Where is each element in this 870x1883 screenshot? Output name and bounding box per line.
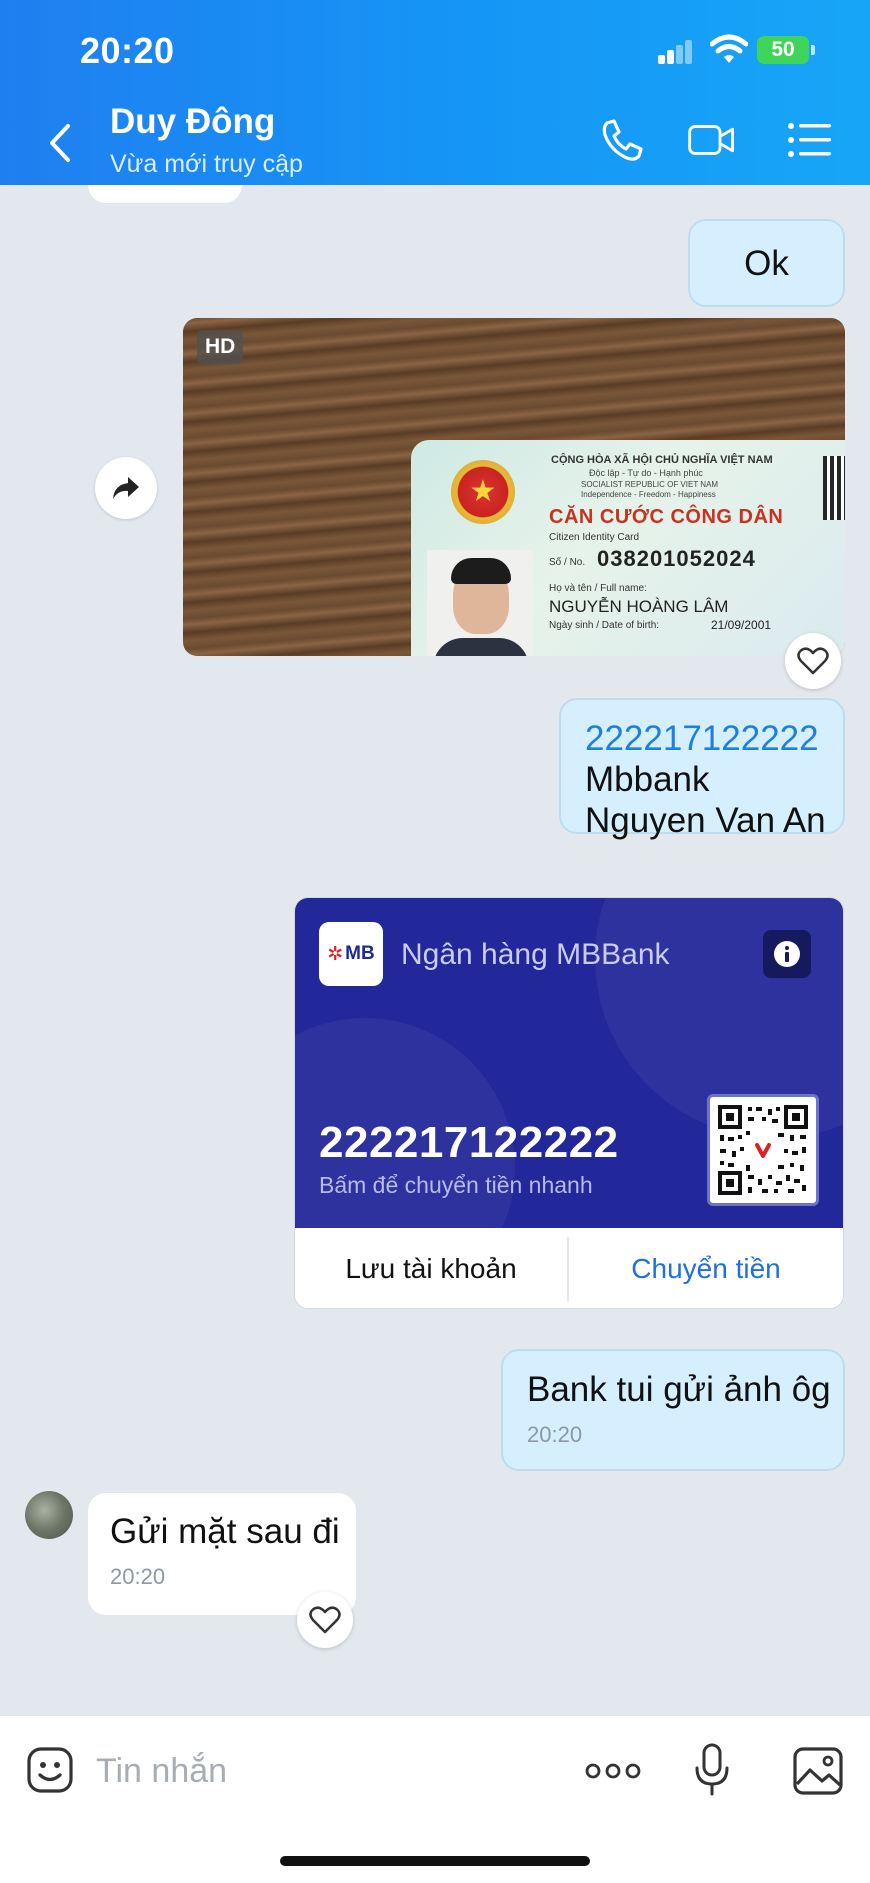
id-card-image: ★ CỘNG HÒA XÃ HỘI CHỦ NGHĨA VIỆT NAM Độc… xyxy=(411,440,845,656)
message-bubble-outgoing[interactable]: Bank tui gửi ảnh ôg 20:20 xyxy=(501,1349,845,1471)
bank-name: Ngân hàng MBBank xyxy=(401,938,670,971)
bank-name-text: Mbbank xyxy=(585,760,710,799)
logo-text: MB xyxy=(345,943,375,964)
message-text: Ok xyxy=(744,243,789,283)
id-card-dob: 21/09/2001 xyxy=(711,618,772,632)
id-card-line: Independence - Freedom - Happiness xyxy=(581,490,716,499)
bank-card-actions: Lưu tài khoản Chuyển tiền xyxy=(295,1228,843,1308)
id-card-line: Độc lập - Tự do - Hạnh phúc xyxy=(589,468,703,478)
id-card-no-label: Số / No. xyxy=(549,557,586,568)
id-card-line: CỘNG HÒA XÃ HỘI CHỦ NGHĨA VIỆT NAM xyxy=(551,454,773,466)
bank-account-card[interactable]: ✲ MB Ngân hàng MBBank 222217122222 Bấm để… xyxy=(294,897,844,1309)
id-card-name-label: Họ và tên / Full name: xyxy=(549,583,647,594)
status-time: 20:20 xyxy=(80,30,175,71)
message-text: Gửi mặt sau đi xyxy=(110,1512,340,1551)
info-button[interactable] xyxy=(763,930,811,978)
message-bubble-account[interactable]: 222217122222 Mbbank Nguyen Van An xyxy=(559,698,845,840)
qr-code[interactable] xyxy=(707,1094,819,1206)
id-qr-code xyxy=(823,456,845,520)
bank-account-number: 222217122222 xyxy=(319,1118,619,1167)
chat-messages[interactable]: Ok HD ★ CỘNG HÒA XÃ HỘI CHỦ NGHĨA VIỆT N… xyxy=(0,185,870,1715)
react-heart-button[interactable] xyxy=(785,633,841,689)
id-card-title: CĂN CƯỚC CÔNG DÂN xyxy=(549,506,784,528)
bank-card-top[interactable]: ✲ MB Ngân hàng MBBank 222217122222 Bấm để… xyxy=(295,898,843,1228)
save-account-button[interactable]: Lưu tài khoản xyxy=(295,1237,569,1301)
qr-code-icon xyxy=(718,1105,808,1195)
message-input[interactable] xyxy=(96,1746,556,1796)
message-input-bar xyxy=(0,1715,870,1883)
back-arrow-icon[interactable] xyxy=(40,118,80,168)
previous-message-bubble[interactable] xyxy=(88,185,242,203)
forward-button[interactable] xyxy=(95,457,157,519)
message-time: 20:20 xyxy=(110,1564,166,1589)
battery-icon: 50 xyxy=(757,36,815,64)
microphone-icon[interactable] xyxy=(692,1742,732,1798)
menu-list-icon[interactable] xyxy=(785,115,835,165)
contact-name[interactable]: Duy Đông xyxy=(110,102,275,142)
id-card-number: 038201052024 xyxy=(597,546,756,571)
heart-icon xyxy=(309,1606,341,1634)
image-message[interactable]: HD ★ CỘNG HÒA XÃ HỘI CHỦ NGHĨA VIỆT NAM … xyxy=(183,318,845,656)
id-card-subtitle: Citizen Identity Card xyxy=(549,532,640,543)
react-heart-button[interactable] xyxy=(297,1592,353,1648)
national-emblem-icon: ★ xyxy=(451,460,515,524)
id-card-line: SOCIALIST REPUBLIC OF VIET NAM xyxy=(581,480,719,489)
battery-level: 50 xyxy=(771,38,795,61)
heart-icon xyxy=(797,647,829,675)
message-time: 20:20 xyxy=(527,1422,583,1447)
chat-header: 20:20 50 Duy Đông Vừa mới truy cập xyxy=(0,0,870,185)
phone-icon[interactable] xyxy=(597,115,647,165)
wifi-icon xyxy=(710,34,748,63)
hd-badge: HD xyxy=(197,330,244,364)
cell-signal-icon xyxy=(658,40,692,64)
transfer-money-button[interactable]: Chuyển tiền xyxy=(569,1228,843,1308)
video-call-icon[interactable] xyxy=(687,115,737,165)
more-options-icon[interactable] xyxy=(585,1756,641,1786)
quick-transfer-hint: Bấm để chuyển tiền nhanh xyxy=(319,1172,593,1198)
sticker-emoji-icon[interactable] xyxy=(26,1746,74,1794)
id-card-name: NGUYỄN HOÀNG LÂM xyxy=(549,597,729,616)
gallery-image-icon[interactable] xyxy=(792,1746,844,1796)
forward-arrow-icon xyxy=(113,477,139,499)
contact-avatar[interactable] xyxy=(25,1491,73,1539)
account-number-link[interactable]: 222217122222 xyxy=(585,718,843,759)
message-bubble-ok[interactable]: Ok xyxy=(688,219,845,307)
mb-logo: ✲ MB xyxy=(319,922,383,986)
account-holder-text: Nguyen Van An xyxy=(585,801,826,840)
id-portrait xyxy=(427,550,533,656)
id-card-dob-label: Ngày sinh / Date of birth: xyxy=(549,620,660,631)
contact-status: Vừa mới truy cập xyxy=(110,150,303,178)
message-text: Bank tui gửi ảnh ôg xyxy=(527,1370,831,1409)
home-indicator xyxy=(280,1856,590,1866)
info-icon xyxy=(774,941,800,967)
